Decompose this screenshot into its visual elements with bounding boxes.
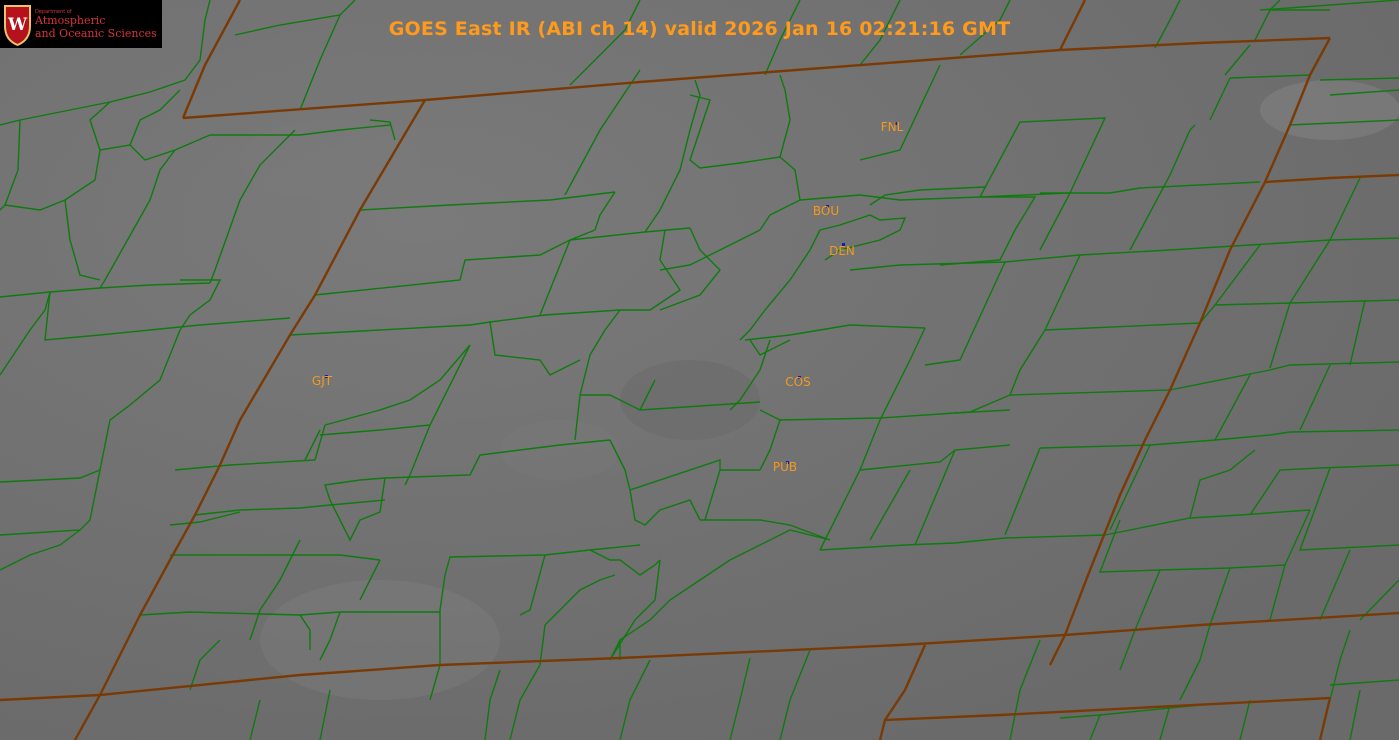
station-label-gjt: GJT <box>311 374 333 388</box>
ir-map-canvas <box>0 0 1399 740</box>
station-label-pub: PUB <box>772 460 798 474</box>
station-label-cos: COS <box>785 375 811 389</box>
aos-logo: W Department of Atmospheric and Oceanic … <box>0 0 162 48</box>
svg-text:W: W <box>7 15 28 35</box>
uw-crest-icon: W <box>4 5 31 46</box>
satellite-map-viewer: GOES East IR (ABI ch 14) valid 2026 Jan … <box>0 0 1399 740</box>
station-label-fnl: FNL <box>880 120 904 134</box>
station-label-den: DEN <box>829 244 855 258</box>
product-title: GOES East IR (ABI ch 14) valid 2026 Jan … <box>388 18 1011 40</box>
logo-line-1: Atmospheric <box>35 14 106 27</box>
logo-line-2: and Oceanic Sciences <box>35 27 157 40</box>
station-label-bou: BOU <box>812 204 840 218</box>
